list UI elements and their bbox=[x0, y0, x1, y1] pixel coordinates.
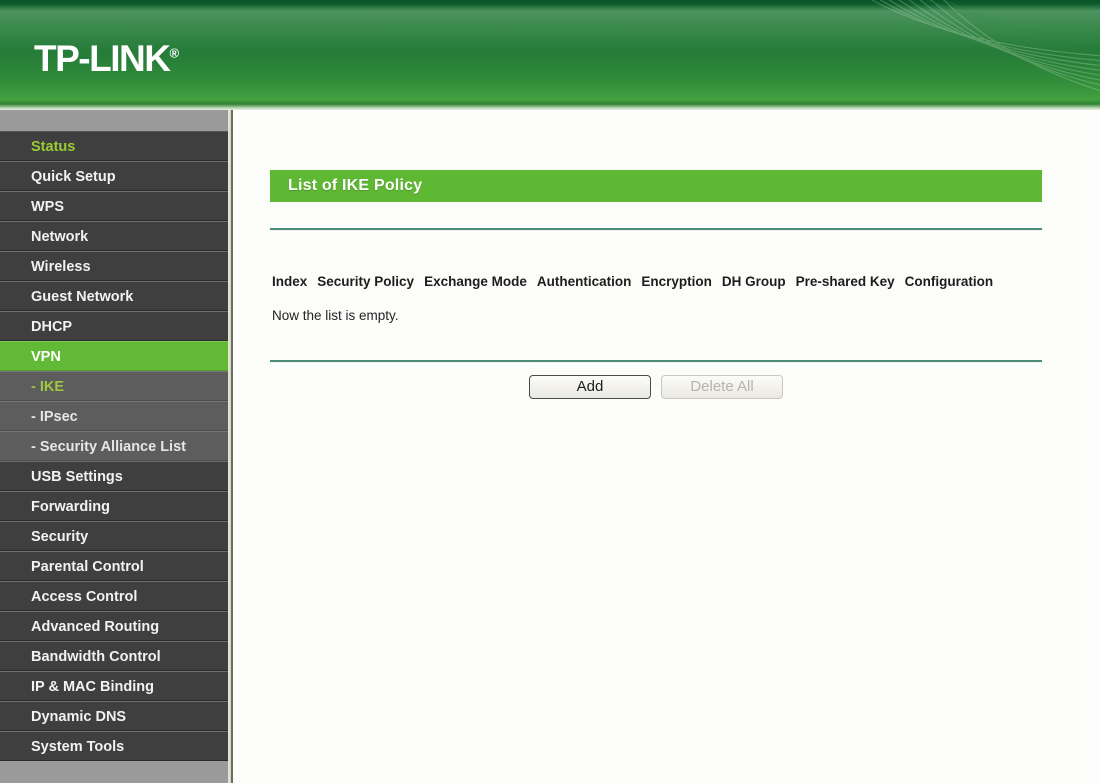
sidebar-item-vpn[interactable]: VPN bbox=[0, 341, 228, 371]
panel-title-bar: List of IKE Policy bbox=[270, 170, 1042, 202]
sidebar-item-dhcp[interactable]: DHCP bbox=[0, 311, 228, 341]
sidebar-navigation: StatusQuick SetupWPSNetworkWirelessGuest… bbox=[0, 110, 228, 783]
sidebar-item-quick-setup[interactable]: Quick Setup bbox=[0, 161, 228, 191]
sidebar-item-wps[interactable]: WPS bbox=[0, 191, 228, 221]
sidebar-item-wireless[interactable]: Wireless bbox=[0, 251, 228, 281]
content-left-border bbox=[231, 110, 233, 783]
table-column-header: DH Group bbox=[722, 274, 786, 289]
action-button-row: Add Delete All bbox=[270, 374, 1042, 400]
sidebar-item-security-alliance-list[interactable]: - Security Alliance List bbox=[0, 431, 228, 461]
sidebar-item-guest-network[interactable]: Guest Network bbox=[0, 281, 228, 311]
table-column-header: Encryption bbox=[641, 274, 712, 289]
table-column-header: Configuration bbox=[905, 274, 993, 289]
table-column-header: Authentication bbox=[537, 274, 632, 289]
table-column-header: Pre-shared Key bbox=[796, 274, 895, 289]
page-title: List of IKE Policy bbox=[270, 177, 422, 195]
brand-name: TP-LINK bbox=[34, 38, 169, 79]
sidebar-item-bandwidth-control[interactable]: Bandwidth Control bbox=[0, 641, 228, 671]
brand-header: TP-LINK® bbox=[0, 0, 1100, 110]
empty-list-message: Now the list is empty. bbox=[272, 308, 399, 323]
sidebar-item-ip-and-mac-binding[interactable]: IP & MAC Binding bbox=[0, 671, 228, 701]
sidebar-item-advanced-routing[interactable]: Advanced Routing bbox=[0, 611, 228, 641]
tp-link-logo: TP-LINK® bbox=[34, 40, 179, 77]
divider-bottom bbox=[270, 360, 1042, 362]
sidebar-menu-list: StatusQuick SetupWPSNetworkWirelessGuest… bbox=[0, 131, 228, 761]
sidebar-item-usb-settings[interactable]: USB Settings bbox=[0, 461, 228, 491]
sidebar-item-status[interactable]: Status bbox=[0, 131, 228, 161]
sidebar-item-network[interactable]: Network bbox=[0, 221, 228, 251]
main-content-panel: List of IKE Policy Index Security Policy E… bbox=[233, 112, 1100, 783]
table-column-header: Security Policy bbox=[317, 274, 414, 289]
table-column-header: Exchange Mode bbox=[424, 274, 527, 289]
sidebar-item-dynamic-dns[interactable]: Dynamic DNS bbox=[0, 701, 228, 731]
delete-all-button[interactable]: Delete All bbox=[661, 375, 783, 399]
sidebar-item-parental-control[interactable]: Parental Control bbox=[0, 551, 228, 581]
sidebar-item-access-control[interactable]: Access Control bbox=[0, 581, 228, 611]
sidebar-bottom-spacer bbox=[0, 761, 228, 774]
sidebar-item-ike[interactable]: - IKE bbox=[0, 371, 228, 401]
header-swoosh-decoration bbox=[760, 0, 1100, 110]
registered-trademark-icon: ® bbox=[169, 46, 179, 61]
sidebar-top-spacer bbox=[0, 110, 228, 131]
table-column-header: Index bbox=[272, 274, 307, 289]
policy-table-header: Index Security Policy Exchange Mode Authent… bbox=[272, 274, 993, 289]
divider-top bbox=[270, 228, 1042, 230]
sidebar-item-forwarding[interactable]: Forwarding bbox=[0, 491, 228, 521]
sidebar-item-system-tools[interactable]: System Tools bbox=[0, 731, 228, 761]
sidebar-item-security[interactable]: Security bbox=[0, 521, 228, 551]
sidebar-item-ipsec[interactable]: - IPsec bbox=[0, 401, 228, 431]
router-admin-page: TP-LINK® SetupRouter.com StatusQuick Set… bbox=[0, 0, 1100, 783]
add-button[interactable]: Add bbox=[529, 375, 651, 399]
